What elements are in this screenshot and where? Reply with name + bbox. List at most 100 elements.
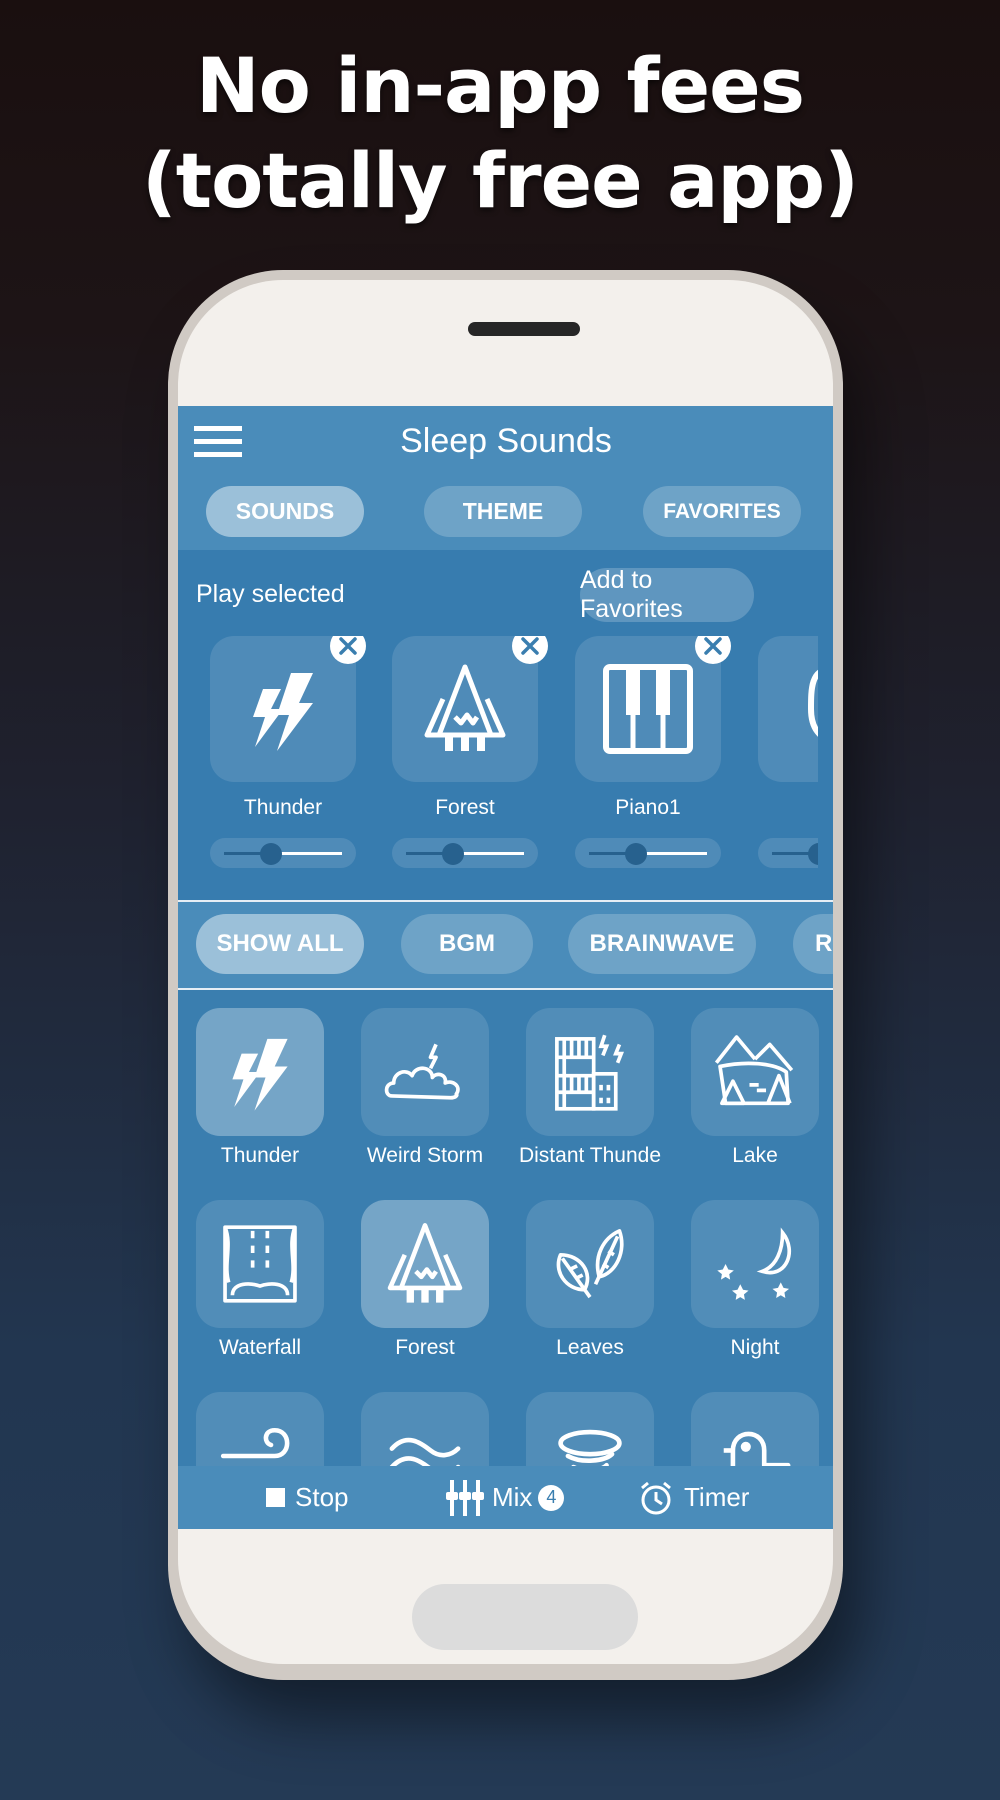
category-filter-row: SHOW ALL BGM BRAINWAVE RA xyxy=(178,902,833,988)
filter-partial[interactable]: RA xyxy=(793,914,833,974)
sound-item[interactable]: Thunder xyxy=(196,1008,324,1168)
tab-theme[interactable]: THEME xyxy=(424,486,582,537)
app-title: Sleep Sounds xyxy=(400,422,612,460)
selected-item-label: Forest xyxy=(435,796,495,819)
thunder-icon xyxy=(253,673,313,751)
close-icon xyxy=(339,637,357,655)
filter-show-all[interactable]: SHOW ALL xyxy=(196,914,364,974)
selected-sounds-strip[interactable]: Thunder Forest Piano1 xyxy=(178,636,818,886)
sound-card[interactable] xyxy=(361,1200,489,1328)
sound-item[interactable] xyxy=(196,1392,324,1466)
app-header: Sleep Sounds SOUNDS THEME FAVORITES xyxy=(178,406,833,550)
selected-item-label: Thunder xyxy=(243,796,323,819)
volume-slider[interactable] xyxy=(210,838,356,868)
sound-card[interactable] xyxy=(691,1392,819,1466)
phone-face: Sleep Sounds SOUNDS THEME FAVORITES Play… xyxy=(178,280,833,1664)
sound-card[interactable] xyxy=(196,1200,324,1328)
timer-button[interactable]: Timer xyxy=(638,1466,749,1529)
selected-item-label: T xyxy=(758,796,818,820)
volume-slider[interactable] xyxy=(392,838,538,868)
selected-item-card[interactable] xyxy=(758,636,818,782)
phone-speaker xyxy=(468,322,580,336)
sound-item[interactable] xyxy=(526,1392,654,1466)
tornado-icon xyxy=(558,1429,622,1466)
sound-grid: Thunder Weird Storm Distant Thunde Lake … xyxy=(178,990,833,1466)
forest-icon xyxy=(424,664,506,751)
selected-item: Thunder xyxy=(210,636,366,876)
sound-card[interactable] xyxy=(361,1392,489,1466)
play-selected-label[interactable]: Play selected xyxy=(196,580,345,609)
stop-button[interactable]: Stop xyxy=(266,1466,349,1529)
sound-label: Thunder xyxy=(220,1144,300,1167)
city-thunder-icon xyxy=(555,1034,624,1111)
selected-item: Forest xyxy=(392,636,548,876)
sound-label: Forest xyxy=(395,1336,455,1359)
selected-sounds-panel: Play selected Add to Favorites Thunder F… xyxy=(178,550,833,900)
volume-slider[interactable] xyxy=(758,838,818,868)
sound-card[interactable] xyxy=(196,1392,324,1466)
sound-card[interactable] xyxy=(196,1008,324,1136)
sound-item[interactable] xyxy=(691,1392,819,1466)
phone-frame: Sleep Sounds SOUNDS THEME FAVORITES Play… xyxy=(168,270,843,1680)
sound-card[interactable] xyxy=(691,1008,819,1136)
sound-label: Night xyxy=(730,1336,780,1359)
volume-thumb[interactable] xyxy=(808,843,818,865)
sound-label: Lake xyxy=(732,1144,778,1167)
volume-thumb[interactable] xyxy=(625,843,648,865)
sound-item[interactable]: Forest xyxy=(361,1200,489,1360)
duck-icon xyxy=(723,1431,791,1466)
sound-card[interactable] xyxy=(361,1008,489,1136)
phone-home-button xyxy=(412,1584,638,1650)
sound-item[interactable]: Leaves xyxy=(526,1200,654,1360)
wind-icon xyxy=(220,1427,290,1459)
selected-item: Piano1 xyxy=(575,636,731,876)
mix-label: Mix xyxy=(492,1482,533,1512)
leaves-icon xyxy=(556,1229,624,1299)
piano-icon xyxy=(603,664,693,754)
waves-icon xyxy=(389,1437,461,1466)
volume-thumb[interactable] xyxy=(442,843,465,865)
sound-item[interactable]: Weird Storm xyxy=(361,1008,489,1168)
volume-thumb[interactable] xyxy=(260,843,283,865)
sound-label: Waterfall xyxy=(218,1336,302,1359)
sound-item[interactable]: Lake xyxy=(691,1008,819,1168)
tab-sounds[interactable]: SOUNDS xyxy=(206,486,364,537)
partial-icon xyxy=(807,670,818,737)
sound-item[interactable]: Waterfall xyxy=(196,1200,324,1360)
selected-item-label: Piano1 xyxy=(615,796,681,819)
app-screen: Sleep Sounds SOUNDS THEME FAVORITES Play… xyxy=(178,406,833,1529)
add-to-favorites-button[interactable]: Add to Favorites xyxy=(580,566,754,623)
sound-card[interactable] xyxy=(691,1200,819,1328)
bottom-action-bar: Stop Mix 4 Timer xyxy=(178,1466,833,1529)
waterfall-icon xyxy=(223,1225,297,1303)
selected-item: T xyxy=(758,636,818,876)
close-icon xyxy=(704,637,722,655)
mix-count-badge: 4 xyxy=(538,1484,565,1511)
sound-label: Leaves xyxy=(556,1336,624,1359)
sound-label: Weird Storm xyxy=(366,1144,484,1167)
sound-label: Distant Thunde xyxy=(518,1144,662,1167)
sound-card[interactable] xyxy=(526,1392,654,1466)
filter-brainwave[interactable]: BRAINWAVE xyxy=(568,914,756,974)
headline-line-1: No in-app fees xyxy=(196,41,805,130)
headline-line-2: (totally free app) xyxy=(142,136,859,225)
timer-label: Timer xyxy=(684,1482,750,1512)
thunder-icon xyxy=(232,1038,288,1111)
sound-card[interactable] xyxy=(526,1008,654,1136)
stop-icon xyxy=(266,1488,285,1507)
alarm-clock-icon xyxy=(641,1481,671,1514)
night-icon xyxy=(717,1227,792,1300)
storm-cloud-icon xyxy=(384,1043,460,1100)
mixer-icon xyxy=(446,1479,484,1516)
lake-icon xyxy=(714,1035,794,1106)
mix-button[interactable]: Mix 4 xyxy=(446,1466,565,1529)
stop-label: Stop xyxy=(295,1482,349,1512)
sound-card[interactable] xyxy=(526,1200,654,1328)
tab-favorites[interactable]: FAVORITES xyxy=(643,486,801,537)
filter-bgm[interactable]: BGM xyxy=(401,914,533,974)
volume-slider[interactable] xyxy=(575,838,721,868)
forest-icon xyxy=(387,1223,463,1303)
sound-item[interactable]: Distant Thunde xyxy=(519,1008,661,1168)
sound-item[interactable]: Night xyxy=(691,1200,819,1360)
sound-item[interactable] xyxy=(361,1392,489,1466)
